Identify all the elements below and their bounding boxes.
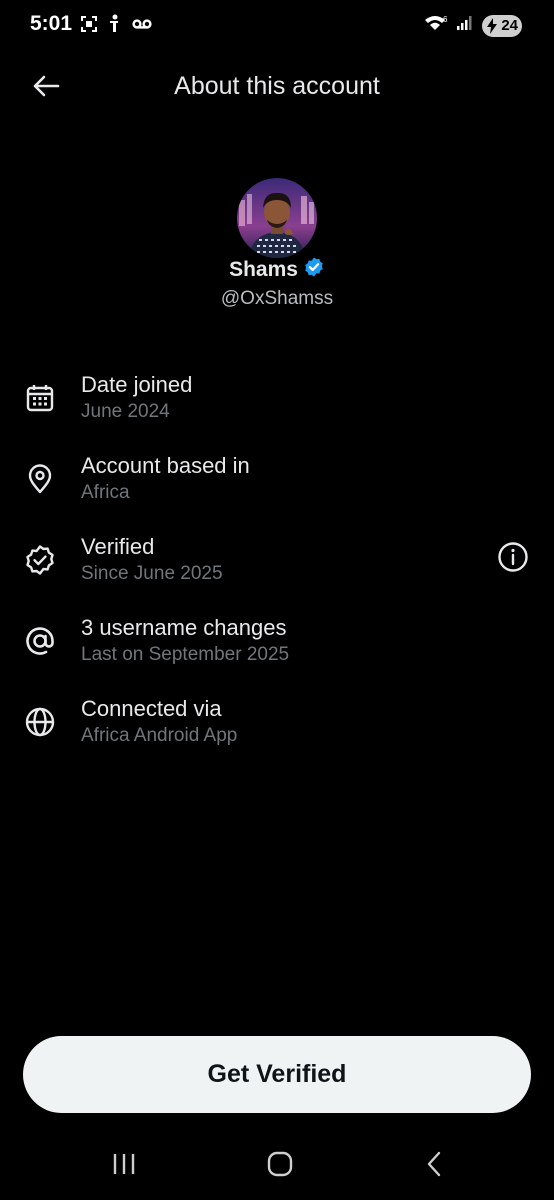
info-item-username-changes: 3 username changes Last on September 202…: [0, 607, 554, 688]
calendar-icon: [24, 382, 56, 414]
battery-level: 24: [501, 17, 518, 34]
header: About this account: [0, 60, 554, 116]
at-sign-icon: [24, 625, 56, 657]
wifi-icon: 6: [424, 14, 448, 37]
globe-icon: [24, 706, 56, 738]
signal-icon: [456, 15, 474, 36]
info-title: Date joined: [81, 372, 193, 397]
get-verified-button[interactable]: Get Verified: [23, 1036, 531, 1113]
verified-badge-icon: [24, 544, 56, 576]
info-item-date-joined: Date joined June 2024: [0, 364, 554, 445]
profile-name: Shams: [229, 257, 298, 281]
home-button[interactable]: [256, 1148, 304, 1184]
profile-handle: @OxShamss: [220, 288, 334, 309]
nav-back-button[interactable]: [410, 1148, 458, 1184]
info-title: Verified: [81, 534, 155, 559]
location-pin-icon: [24, 463, 56, 495]
home-icon: [267, 1151, 293, 1182]
profile-name-row: Shams: [0, 256, 554, 283]
info-subtitle: Africa Android App: [81, 725, 238, 746]
info-item-account-based-in: Account based in Africa: [0, 445, 554, 526]
page-title: About this account: [174, 72, 380, 100]
info-title: Connected via: [81, 696, 222, 721]
battery-icon: 24: [482, 14, 522, 37]
info-subtitle: June 2024: [81, 401, 170, 422]
status-right-icons: 6 24: [424, 14, 522, 37]
info-item-verified: Verified Since June 2025: [0, 526, 554, 607]
info-subtitle: Last on September 2025: [81, 644, 290, 665]
info-subtitle: Since June 2025: [81, 563, 223, 584]
info-list: Date joined June 2024 Account based in A…: [0, 364, 554, 769]
status-left-icons: [80, 14, 152, 39]
info-item-connected-via: Connected via Africa Android App: [0, 688, 554, 769]
avatar[interactable]: [237, 178, 317, 258]
svg-text:6: 6: [443, 15, 448, 24]
info-title: 3 username changes: [81, 615, 287, 640]
info-button[interactable]: [496, 541, 530, 578]
notification-icon: [108, 14, 122, 39]
back-icon: [426, 1151, 442, 1182]
info-circle-icon: [497, 541, 529, 578]
system-nav-bar: [0, 1130, 554, 1200]
recent-apps-button[interactable]: [100, 1148, 148, 1184]
info-title: Account based in: [81, 453, 250, 478]
info-subtitle: Africa: [81, 482, 130, 503]
verified-badge-icon: [303, 256, 325, 283]
status-bar: 5:01 6 24: [0, 0, 554, 52]
voicemail-icon: [132, 17, 152, 36]
screenshot-icon: [80, 15, 98, 38]
status-time: 5:01: [30, 12, 73, 35]
recent-apps-icon: [111, 1152, 137, 1181]
